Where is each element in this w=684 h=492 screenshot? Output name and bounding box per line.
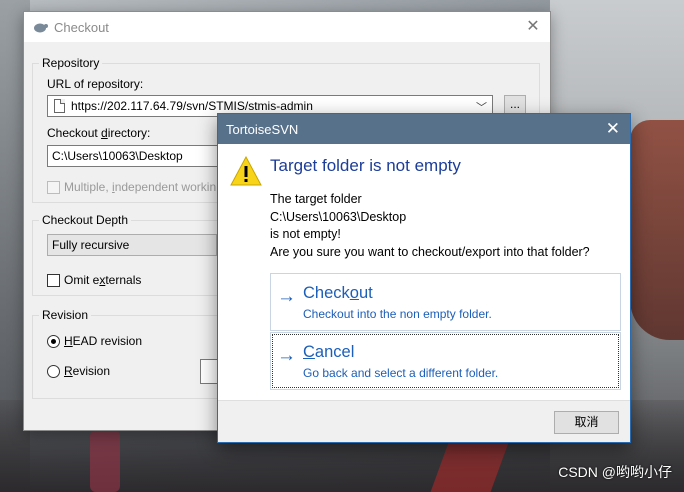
url-label: URL of repository: [47, 77, 144, 91]
tortoisesvn-dialog: TortoiseSVN ✕ Target folder is not empty… [217, 113, 631, 443]
multiple-post: ndependent workin [114, 180, 217, 194]
dir-label-pre: Checkout [47, 126, 102, 140]
omit-post: ternals [105, 273, 142, 287]
dialog-footer: 取消 [218, 400, 630, 442]
dir-label-post: irectory: [107, 126, 151, 140]
watermark: CSDN @哟哟小仔 [558, 464, 672, 480]
dir-value: C:\Users\10063\Desktop [52, 149, 183, 163]
dialog-title: TortoiseSVN [226, 121, 299, 137]
repository-group-label: Repository [39, 56, 103, 70]
close-icon[interactable]: ✕ [524, 18, 542, 36]
cancel-command-link[interactable]: → Cancel Go back and select a different … [270, 332, 621, 390]
checkout-command-link[interactable]: → Checkout Checkout into the non empty f… [270, 273, 621, 331]
command-subtitle: Go back and select a different folder. [303, 366, 499, 380]
omit-externals-checkbox[interactable]: Omit externals [47, 273, 141, 287]
revision-label: Revision [64, 364, 110, 378]
head-post: EAD revision [72, 334, 143, 348]
dialog-titlebar: TortoiseSVN ✕ [218, 114, 630, 144]
message-line: The target folder [270, 192, 362, 206]
dir-input[interactable]: C:\Users\10063\Desktop [47, 145, 227, 167]
head-label: HEAD revision [64, 334, 142, 348]
depth-dropdown[interactable]: Fully recursive [47, 234, 217, 256]
checkout-title: Checkout [54, 19, 109, 35]
revision-radio[interactable]: Revision [47, 364, 110, 378]
option1-pre: Check [303, 284, 350, 302]
dir-label: Checkout directory: [47, 126, 150, 140]
wallpaper-accent [90, 430, 120, 492]
depth-group-label: Checkout Depth [39, 213, 132, 227]
message-line: C:\Users\10063\Desktop [270, 209, 407, 224]
radio-dot [47, 364, 60, 378]
omit-label: Omit externals [64, 273, 141, 287]
wallpaper-character [630, 120, 684, 340]
option1-post: ut [358, 284, 373, 302]
rev-post: evision [72, 364, 111, 378]
cancel-button[interactable]: 取消 [554, 411, 619, 434]
rev-mnemonic: R [64, 364, 73, 378]
dialog-heading: Target folder is not empty [270, 156, 461, 175]
arrow-right-icon: → [277, 345, 296, 366]
head-mnemonic: H [64, 334, 73, 348]
dialog-message: The target folder C:\Users\10063\Desktop… [270, 191, 590, 261]
document-icon [54, 99, 65, 113]
option2-mnemonic: C [303, 343, 315, 361]
omit-pre: Omit e [64, 273, 100, 287]
command-title: Checkout [303, 284, 373, 303]
command-subtitle: Checkout into the non empty folder. [303, 307, 492, 321]
dir-label-mnemonic: d [101, 126, 108, 140]
multiple-label: Multiple, independent workin [64, 180, 216, 194]
command-title: Cancel [303, 343, 354, 362]
multiple-checkbox[interactable]: Multiple, independent workin [47, 180, 216, 194]
arrow-right-icon: → [277, 286, 296, 307]
option2-post: ancel [314, 343, 355, 361]
message-line: is not empty! [270, 227, 341, 241]
url-value: https://202.117.64.79/svn/STMIS/stmis-ad… [71, 99, 313, 113]
checkout-titlebar: Checkout ✕ [24, 12, 550, 42]
option1-mnemonic: o [349, 284, 359, 302]
radio-dot [47, 334, 60, 348]
warning-icon [230, 156, 262, 186]
head-revision-radio[interactable]: HEAD revision [47, 334, 142, 348]
message-line: Are you sure you want to checkout/export… [270, 244, 590, 259]
multiple-pre: Multiple, [64, 180, 113, 194]
checkbox-box [47, 273, 60, 287]
tortoise-icon [34, 23, 48, 33]
close-icon[interactable]: ✕ [606, 119, 620, 139]
revision-group-label: Revision [39, 308, 92, 322]
checkbox-box [47, 180, 60, 194]
